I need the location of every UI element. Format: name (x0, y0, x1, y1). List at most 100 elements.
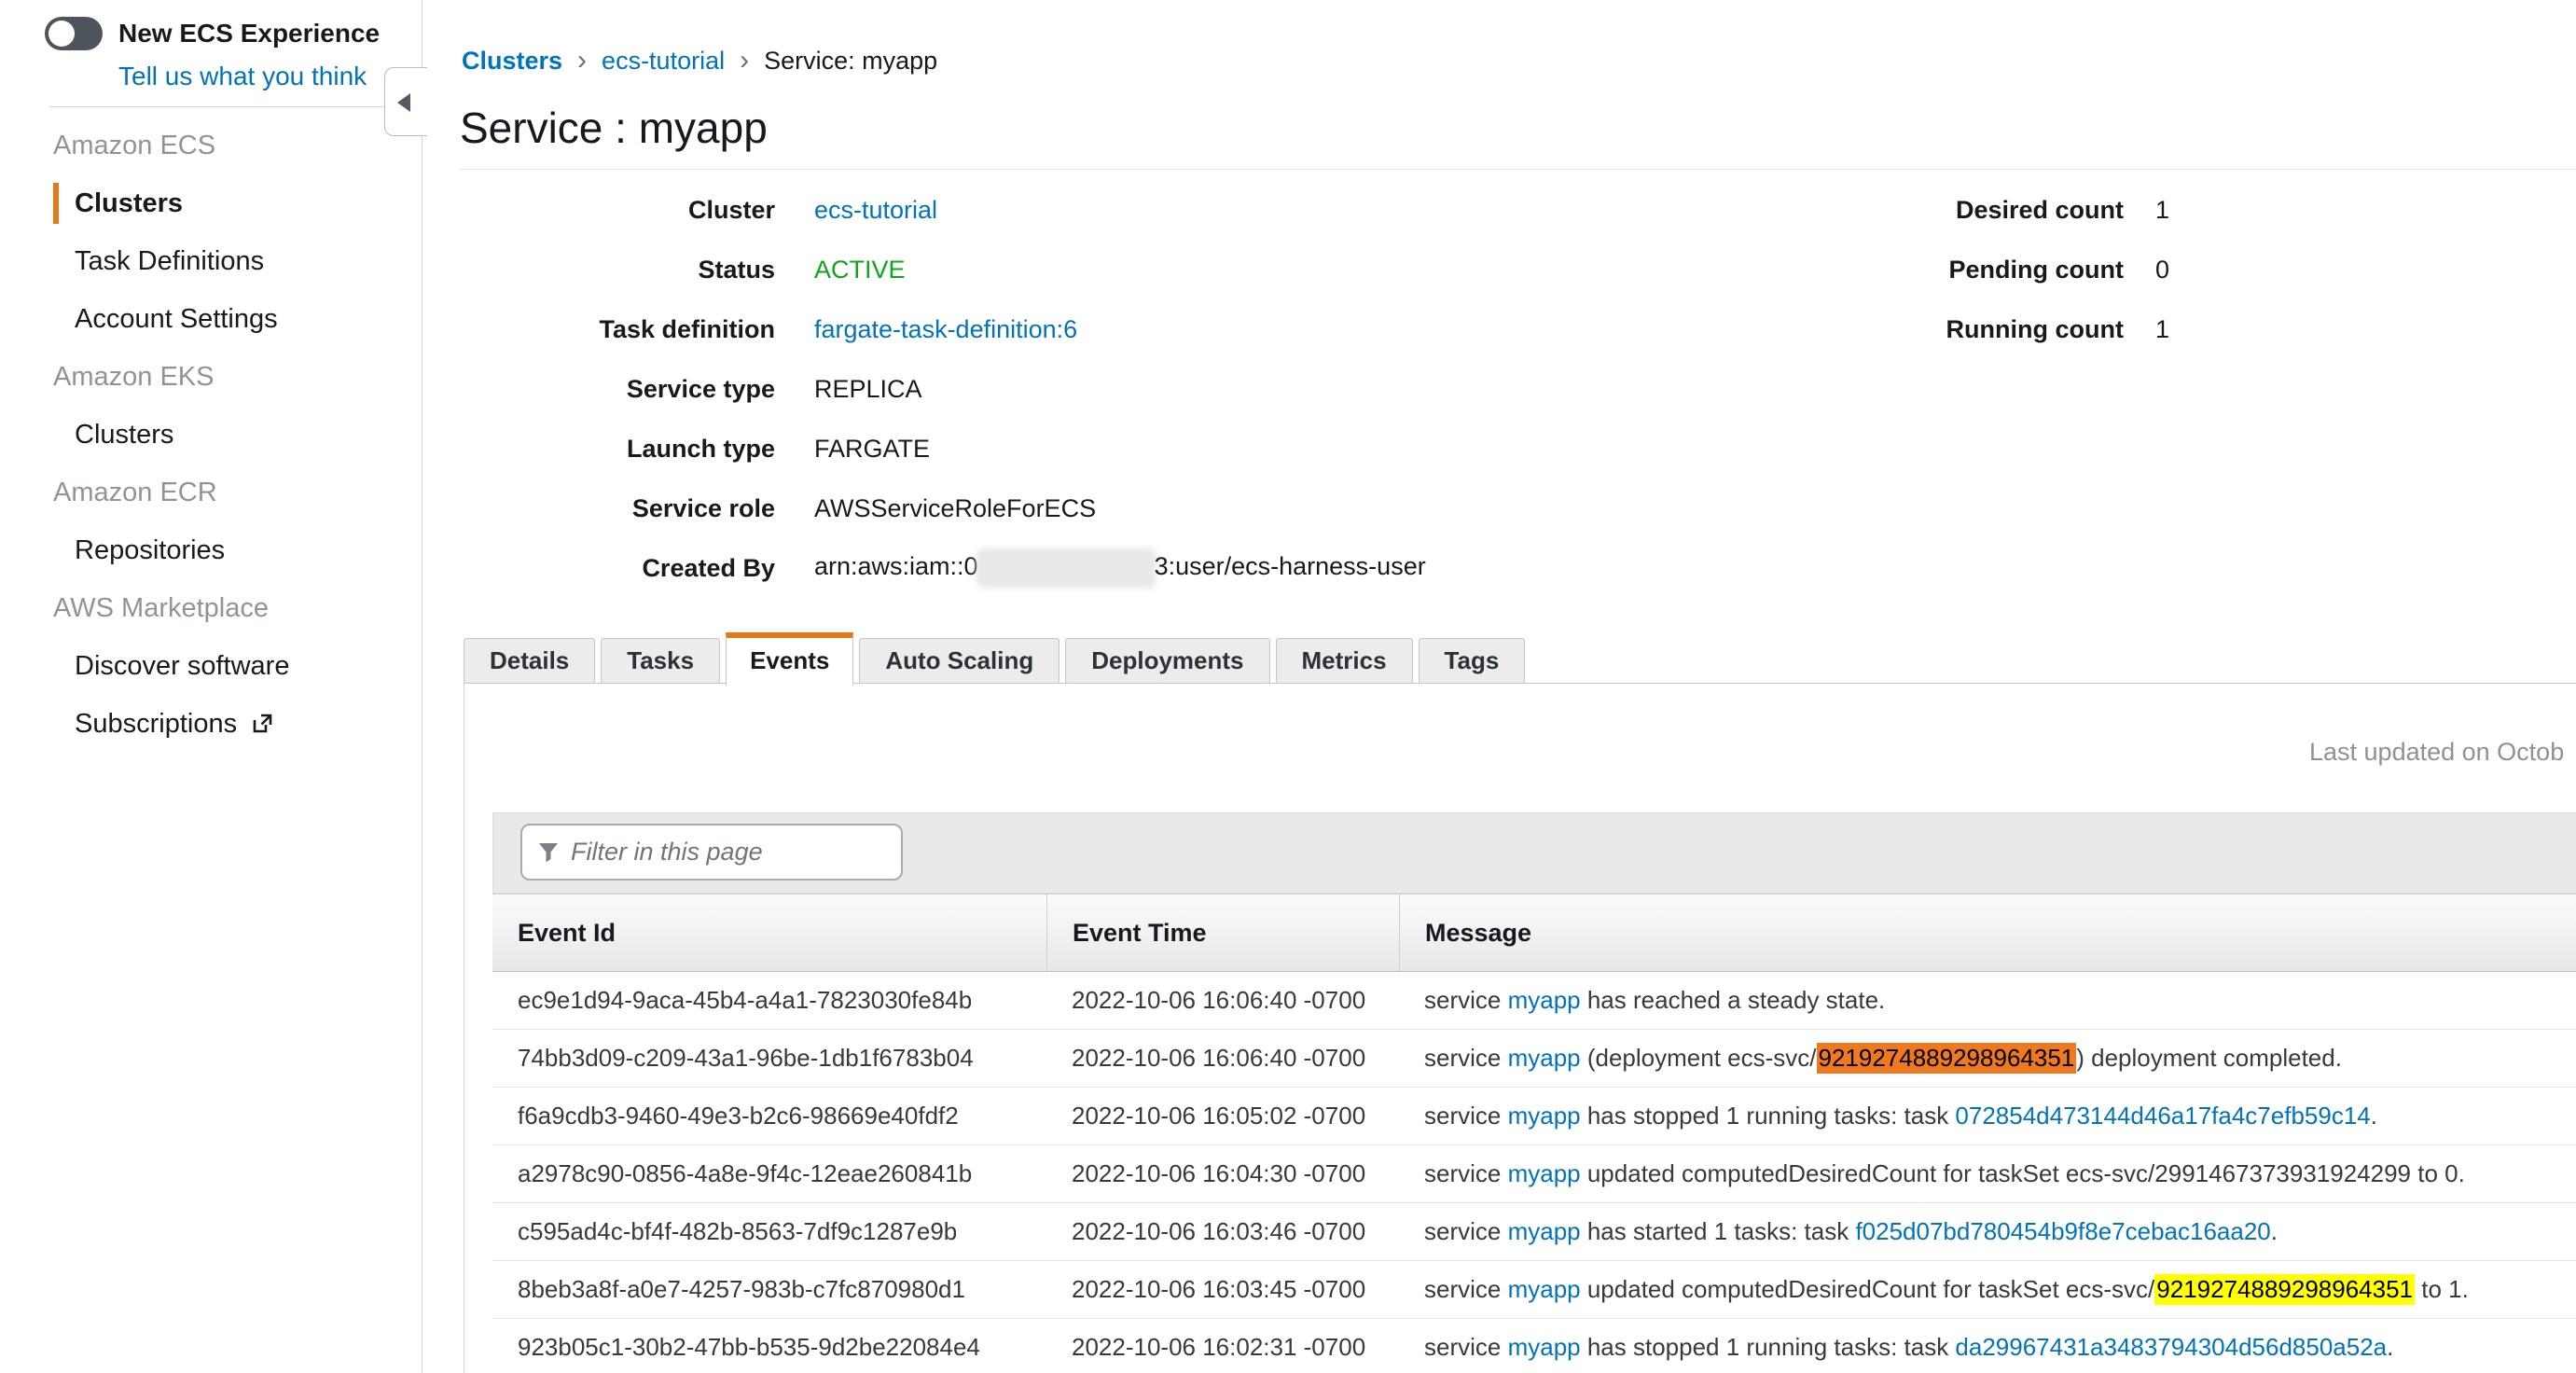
events-panel: Last updated on Octob Event IdEvent Time… (464, 683, 2576, 1373)
message-link[interactable]: f025d07bd780454b9f8e7cebac16aa20 (1855, 1217, 2270, 1246)
message-text: has stopped 1 running tasks: task (1581, 1333, 1956, 1362)
detail-value-task-definition[interactable]: fargate-task-definition:6 (814, 315, 1077, 344)
message-link[interactable]: myapp (1508, 1044, 1581, 1073)
tab-details[interactable]: Details (464, 638, 595, 684)
detail-row-pending-count: Pending count0 (1917, 240, 2169, 299)
new-ecs-experience-label: New ECS Experience (118, 19, 380, 49)
event-message: service myapp has stopped 1 running task… (1399, 1088, 2576, 1144)
sidebar-item-amazon-ecs-task-definitions[interactable]: Task Definitions (0, 232, 422, 290)
detail-row-created-by: Created Byarn:aws:iam::03:user/ecs-harne… (462, 538, 2576, 598)
nav-section-amazon-ecs: Amazon ECS (0, 117, 422, 174)
sidebar-item-amazon-ecs-clusters[interactable]: Clusters (0, 174, 422, 232)
message-link[interactable]: da29967431a3483794304d56d850a52a (1955, 1333, 2387, 1362)
page-title: Service : myapp (460, 103, 768, 153)
message-text: has started 1 tasks: task (1581, 1217, 1856, 1246)
message-link[interactable]: myapp (1508, 986, 1581, 1015)
detail-value-pending-count: 0 (2155, 256, 2169, 284)
message-link[interactable]: myapp (1508, 1275, 1581, 1304)
sidebar-nav: Amazon ECS Clusters Task Definitions Accoun… (0, 117, 422, 753)
event-time: 2022-10-06 16:06:40 -0700 (1046, 972, 1399, 1029)
breadcrumb-chevron-icon: › (740, 45, 749, 76)
filter-input[interactable] (571, 825, 901, 879)
event-id: 74bb3d09-c209-43a1-96be-1db1f6783b04 (492, 1030, 1046, 1087)
detail-value-cluster[interactable]: ecs-tutorial (814, 196, 937, 225)
message-text: service (1424, 1275, 1508, 1304)
breadcrumb-chevron-icon: › (577, 45, 587, 76)
sidebar-item-amazon-ecs-account-settings[interactable]: Account Settings (0, 290, 422, 348)
message-link[interactable]: 072854d473144d46a17fa4c7efb59c14 (1955, 1102, 2370, 1130)
redacted-account-id (980, 551, 1153, 585)
external-link-icon (250, 712, 274, 736)
breadcrumb-service-myapp: Service: myapp (764, 47, 937, 76)
last-updated-text: Last updated on Octob (2309, 738, 2564, 767)
event-id: a2978c90-0856-4a8e-9f4c-12eae260841b (492, 1145, 1046, 1202)
message-link[interactable]: myapp (1508, 1333, 1581, 1362)
breadcrumb-ecs-tutorial[interactable]: ecs-tutorial (602, 47, 725, 76)
event-time: 2022-10-06 16:02:31 -0700 (1046, 1319, 1399, 1373)
detail-row-service-type: Service type REPLICA (462, 359, 2576, 419)
sidebar-divider (49, 106, 391, 107)
message-link[interactable]: myapp (1508, 1102, 1581, 1130)
message-link[interactable]: myapp (1508, 1217, 1581, 1246)
feedback-link[interactable]: Tell us what you think (118, 62, 422, 91)
nav-section-amazon-eks: Amazon EKS (0, 348, 422, 406)
tab-events[interactable]: Events (726, 632, 853, 686)
sidebar-collapse-button[interactable] (384, 67, 427, 136)
filter-funnel-icon (537, 841, 560, 864)
tab-tags[interactable]: Tags (1419, 638, 1526, 684)
detail-row-launch-type: Launch typeFARGATE (462, 419, 2576, 478)
title-divider (460, 169, 2576, 170)
detail-label: Desired count (1917, 196, 2124, 225)
detail-label: Service type (462, 375, 775, 404)
event-row: 74bb3d09-c209-43a1-96be-1db1f6783b042022… (492, 1030, 2576, 1088)
detail-value-running-count: 1 (2155, 315, 2169, 344)
sidebar-item-label: Clusters (75, 188, 183, 219)
event-row: f6a9cdb3-9460-49e3-b2c6-98669e40fdf22022… (492, 1088, 2576, 1145)
tabs: DetailsTasksEventsAuto ScalingDeployment… (464, 631, 1525, 684)
message-text: service (1424, 1333, 1508, 1362)
column-header-event-time: Event Time (1046, 895, 1399, 971)
event-id: f6a9cdb3-9460-49e3-b2c6-98669e40fdf2 (492, 1088, 1046, 1144)
breadcrumb-clusters[interactable]: Clusters (462, 47, 562, 76)
event-id: 923b05c1-30b2-47bb-b535-9d2be22084e4 (492, 1319, 1046, 1373)
detail-value-service-type: REPLICA (814, 375, 922, 404)
message-text: updated computedDesiredCount for taskSet… (1581, 1275, 2155, 1304)
tab-metrics[interactable]: Metrics (1276, 638, 1413, 684)
message-text: . (2387, 1333, 2393, 1362)
event-row: a2978c90-0856-4a8e-9f4c-12eae260841b2022… (492, 1145, 2576, 1203)
collapse-left-icon (397, 93, 410, 112)
detail-label: Service role (462, 494, 775, 523)
event-message: service myapp has stopped 1 running task… (1399, 1319, 2576, 1373)
detail-label: Status (462, 256, 775, 284)
sidebar-item-aws-marketplace-subscriptions[interactable]: Subscriptions (0, 695, 422, 753)
event-time: 2022-10-06 16:03:45 -0700 (1046, 1261, 1399, 1318)
event-row: 8beb3a8f-a0e7-4257-983b-c7fc870980d12022… (492, 1261, 2576, 1319)
detail-row-cluster: Clusterecs-tutorial (462, 180, 2576, 240)
detail-value-desired-count: 1 (2155, 196, 2169, 225)
sidebar-item-label: Clusters (75, 420, 173, 451)
sidebar-item-amazon-eks-clusters[interactable]: Clusters (0, 406, 422, 464)
tab-deployments[interactable]: Deployments (1065, 638, 1269, 684)
sidebar-item-amazon-ecr-repositories[interactable]: Repositories (0, 521, 422, 579)
sidebar-item-label: Account Settings (75, 304, 278, 335)
message-text: . (2371, 1102, 2377, 1130)
ecs-service-page: New ECS Experience Tell us what you thin… (0, 0, 2576, 1373)
detail-value-service-role: AWSServiceRoleForECS (814, 494, 1096, 523)
events-toolbar (492, 812, 2576, 894)
event-message: service myapp has started 1 tasks: task … (1399, 1203, 2576, 1260)
events-table-body: ec9e1d94-9aca-45b4-a4a1-7823030fe84b2022… (492, 972, 2576, 1373)
sidebar-item-label: Task Definitions (75, 246, 264, 277)
event-message: service myapp updated computedDesiredCou… (1399, 1145, 2576, 1202)
new-ecs-experience-toggle[interactable] (45, 17, 103, 50)
message-link[interactable]: myapp (1508, 1159, 1581, 1188)
sidebar-item-label: Subscriptions (75, 709, 237, 740)
tab-tasks[interactable]: Tasks (601, 638, 720, 684)
detail-label: Launch type (462, 435, 775, 464)
column-header-message: Message (1399, 895, 2576, 971)
message-text: service (1424, 1102, 1508, 1130)
main-content: Clusters › ecs-tutorial › Service: myapp Ser… (422, 0, 2576, 1373)
detail-value-created-by: arn:aws:iam::03:user/ecs-harness-user (814, 551, 1426, 585)
sidebar-item-aws-marketplace-discover-software[interactable]: Discover software (0, 637, 422, 695)
tab-auto-scaling[interactable]: Auto Scaling (859, 638, 1059, 684)
event-row: 923b05c1-30b2-47bb-b535-9d2be22084e42022… (492, 1319, 2576, 1373)
